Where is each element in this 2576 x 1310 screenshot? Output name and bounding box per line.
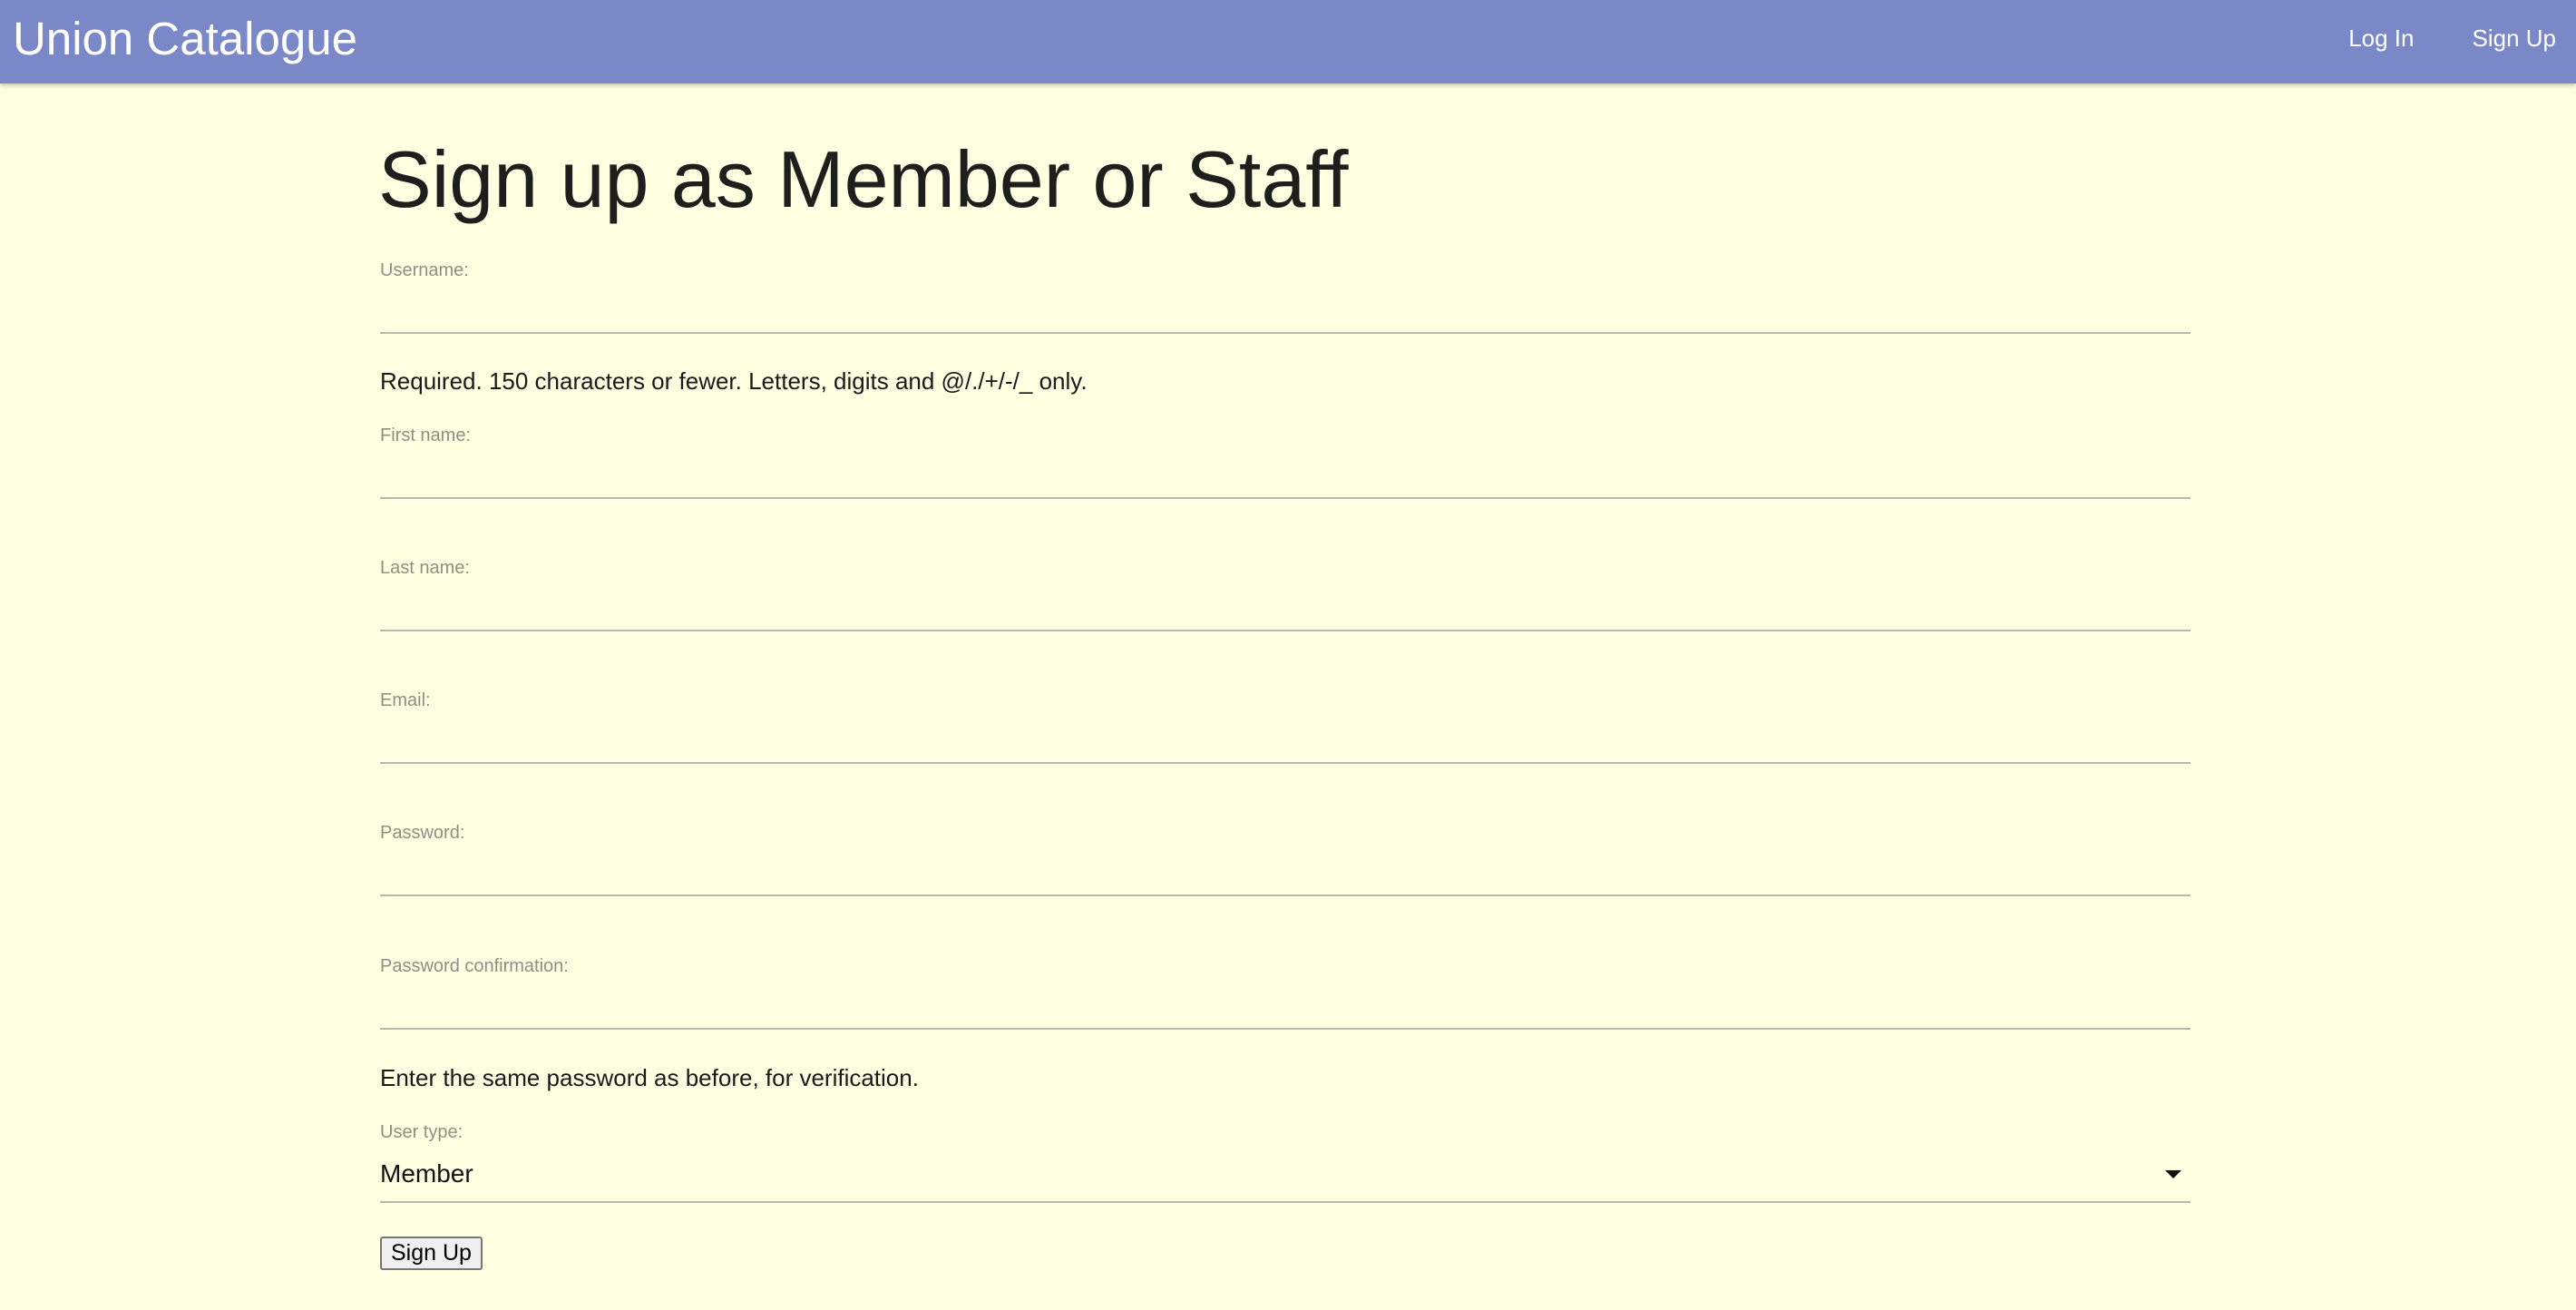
user-type-select[interactable]: Member bbox=[380, 1143, 2191, 1203]
email-field-group: Email: bbox=[380, 689, 2191, 764]
user-type-field-group: User type: Member bbox=[380, 1121, 2191, 1203]
password-confirmation-field-group: Password confirmation: bbox=[380, 955, 2191, 1030]
last-name-label: Last name: bbox=[380, 558, 470, 578]
chevron-down-icon bbox=[2165, 1170, 2181, 1178]
nav-links: Log In Sign Up bbox=[2290, 0, 2556, 76]
password-confirmation-label: Password confirmation: bbox=[380, 956, 569, 976]
email-label: Email: bbox=[380, 690, 431, 710]
password-label: Password: bbox=[380, 823, 465, 843]
password-field-group: Password: bbox=[380, 822, 2191, 896]
password-input[interactable] bbox=[380, 844, 2191, 896]
email-input[interactable] bbox=[380, 711, 2191, 764]
brand-link[interactable]: Union Catalogue bbox=[13, 11, 357, 67]
username-input[interactable] bbox=[380, 281, 2191, 334]
last-name-input[interactable] bbox=[380, 579, 2191, 631]
username-help-text: Required. 150 characters or fewer. Lette… bbox=[380, 367, 1088, 395]
username-label: Username: bbox=[380, 260, 469, 280]
user-type-label: User type: bbox=[380, 1122, 463, 1142]
user-type-selected-value: Member bbox=[380, 1159, 473, 1188]
first-name-field-group: First name: bbox=[380, 425, 2191, 499]
password-confirmation-input[interactable] bbox=[380, 977, 2191, 1030]
signup-link[interactable]: Sign Up bbox=[2473, 24, 2557, 53]
page-title: Sign up as Member or Staff bbox=[378, 134, 1349, 224]
password-confirmation-help-text: Enter the same password as before, for v… bbox=[380, 1064, 919, 1091]
first-name-label: First name: bbox=[380, 425, 472, 445]
first-name-input[interactable] bbox=[380, 446, 2191, 499]
username-field-group: Username: bbox=[380, 259, 2191, 334]
last-name-field-group: Last name: bbox=[380, 557, 2191, 631]
login-link[interactable]: Log In bbox=[2348, 24, 2414, 53]
navbar: Union Catalogue Log In Sign Up bbox=[0, 0, 2576, 83]
sign-up-button[interactable]: Sign Up bbox=[380, 1237, 483, 1270]
